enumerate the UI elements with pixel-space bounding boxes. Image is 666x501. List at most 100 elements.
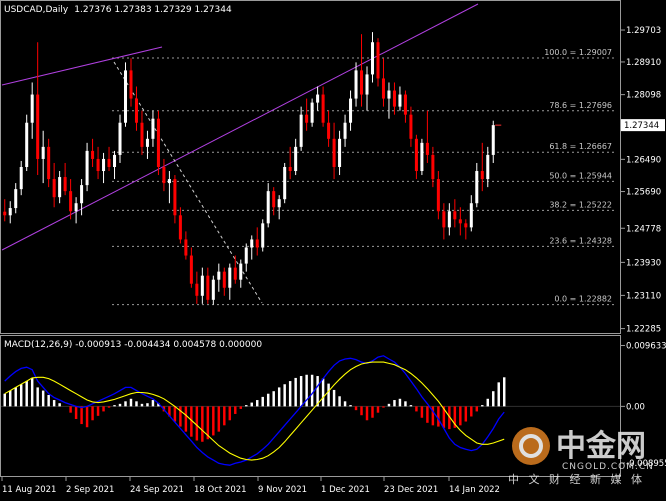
candle-body	[8, 208, 12, 216]
candle-body	[266, 191, 270, 224]
candle	[283, 162, 287, 204]
candle-body	[255, 239, 259, 248]
candle-body	[486, 154, 490, 180]
candle-body	[41, 146, 45, 159]
candle-body	[239, 263, 243, 280]
candle-body	[283, 166, 287, 200]
candle-body	[338, 138, 342, 167]
candle-body	[36, 94, 40, 159]
candle-body	[305, 114, 309, 123]
fib-level-label: 0.0 = 1.22882	[554, 295, 612, 304]
candle-body	[3, 211, 7, 216]
candle	[25, 114, 29, 172]
candle-body	[475, 171, 479, 204]
candle-body	[30, 94, 34, 123]
chart-root: 100.0 = 1.29007 78.6 = 1.27696 61.8 = 1.26…	[0, 0, 666, 497]
candle-body	[134, 98, 138, 123]
time-tick-label: 2 Sep 2021	[66, 485, 114, 495]
candle-body	[123, 70, 128, 123]
candle-body	[19, 166, 23, 190]
candle-body	[332, 138, 336, 167]
watermark-tagline: 中 文 财 经 新 媒 体	[508, 472, 645, 486]
candle-body	[74, 203, 78, 212]
candle-body	[102, 158, 106, 172]
watermark-logo-icon	[512, 427, 550, 465]
chart-background	[0, 0, 666, 497]
time-tick-label: 18 Oct 2021	[194, 485, 247, 495]
candle-body	[349, 98, 353, 123]
candle-body	[409, 114, 413, 139]
candle-body	[228, 267, 232, 288]
price-tick-label: 1.28098	[626, 91, 661, 101]
candle-body	[288, 166, 292, 172]
symbol-timeframe: USDCAD,Daily	[4, 5, 69, 15]
time-tick-label: 11 Aug 2021	[2, 485, 56, 495]
time-tick-label: 14 Jan 2022	[449, 485, 500, 495]
candle-body	[107, 158, 111, 167]
candle-body	[447, 211, 451, 228]
candle-body	[211, 279, 215, 300]
price-tick-label: 1.22285	[626, 325, 661, 335]
candle-body	[414, 138, 418, 172]
candle-body	[244, 247, 248, 264]
chart-svg: 100.0 = 1.29007 78.6 = 1.27696 61.8 = 1.26…	[0, 0, 666, 497]
candle-body	[167, 179, 171, 184]
candle-body	[491, 125, 495, 155]
candle-body	[195, 283, 199, 296]
candle	[123, 62, 128, 127]
candle-body	[480, 171, 484, 180]
candle-body	[392, 90, 396, 107]
candle-body	[14, 189, 18, 209]
time-tick-label: 23 Dec 2021	[384, 485, 438, 495]
ohlc-values: 1.27376 1.27383 1.27329 1.27344	[74, 5, 232, 15]
macd-title: MACD(12,26,9) -0.000913 -0.004434 0.0045…	[4, 340, 262, 350]
price-tick-label: 1.25690	[626, 188, 661, 198]
candle-body	[458, 219, 462, 224]
candle-body	[343, 122, 347, 139]
candle-body	[299, 114, 303, 147]
candle-body	[85, 150, 89, 186]
price-tick-label: 1.24778	[626, 224, 661, 234]
candle-body	[96, 158, 100, 172]
candle-body	[217, 271, 221, 280]
candle-body	[431, 154, 435, 180]
candle-body	[178, 215, 182, 240]
price-tick-label: 1.29703	[626, 26, 661, 36]
candle-body	[365, 74, 369, 95]
watermark-site: CNGOLD.COM.CN	[562, 462, 654, 472]
candle-body	[294, 146, 298, 172]
candle-body	[58, 177, 62, 198]
candle-body	[453, 211, 457, 220]
candle-body	[250, 239, 254, 248]
candle-body	[173, 179, 177, 216]
watermark-brand: 中金网	[556, 429, 646, 464]
candle-body	[360, 70, 364, 95]
candle	[156, 110, 160, 176]
candle	[310, 98, 314, 127]
time-tick-label: 1 Dec 2021	[321, 485, 370, 495]
candle-body	[436, 179, 440, 212]
candle-body	[464, 223, 468, 228]
candle-body	[403, 94, 407, 115]
candle-body	[145, 138, 149, 147]
candle-body	[272, 191, 276, 208]
price-tick-label: 1.26490	[626, 155, 661, 165]
price-chart-title: USDCAD,Daily 1.27376 1.27383 1.27329 1.27…	[4, 5, 232, 15]
candle-body	[327, 122, 331, 139]
candle-body	[420, 142, 424, 172]
fib-level-label: 78.6 = 1.27696	[549, 101, 612, 110]
price-tick-label: 1.23930	[626, 258, 661, 268]
candle-body	[113, 154, 117, 167]
candle-body	[118, 122, 122, 155]
macd-tick-label: 0.009633	[626, 341, 666, 351]
candle-body	[469, 203, 473, 228]
fib-level-label: 38.2 = 1.25222	[549, 200, 612, 209]
price-tick-label: 1.23110	[626, 291, 661, 301]
candle-body	[261, 223, 265, 248]
current-price-label: 1.27344	[624, 121, 659, 131]
candle-body	[189, 255, 193, 284]
watermark: 中金网 CNGOLD.COM.CN 中 文 财 经 新 媒 体	[508, 427, 654, 486]
candle-body	[277, 199, 281, 208]
candle-body	[370, 42, 375, 75]
candle-body	[376, 42, 380, 79]
